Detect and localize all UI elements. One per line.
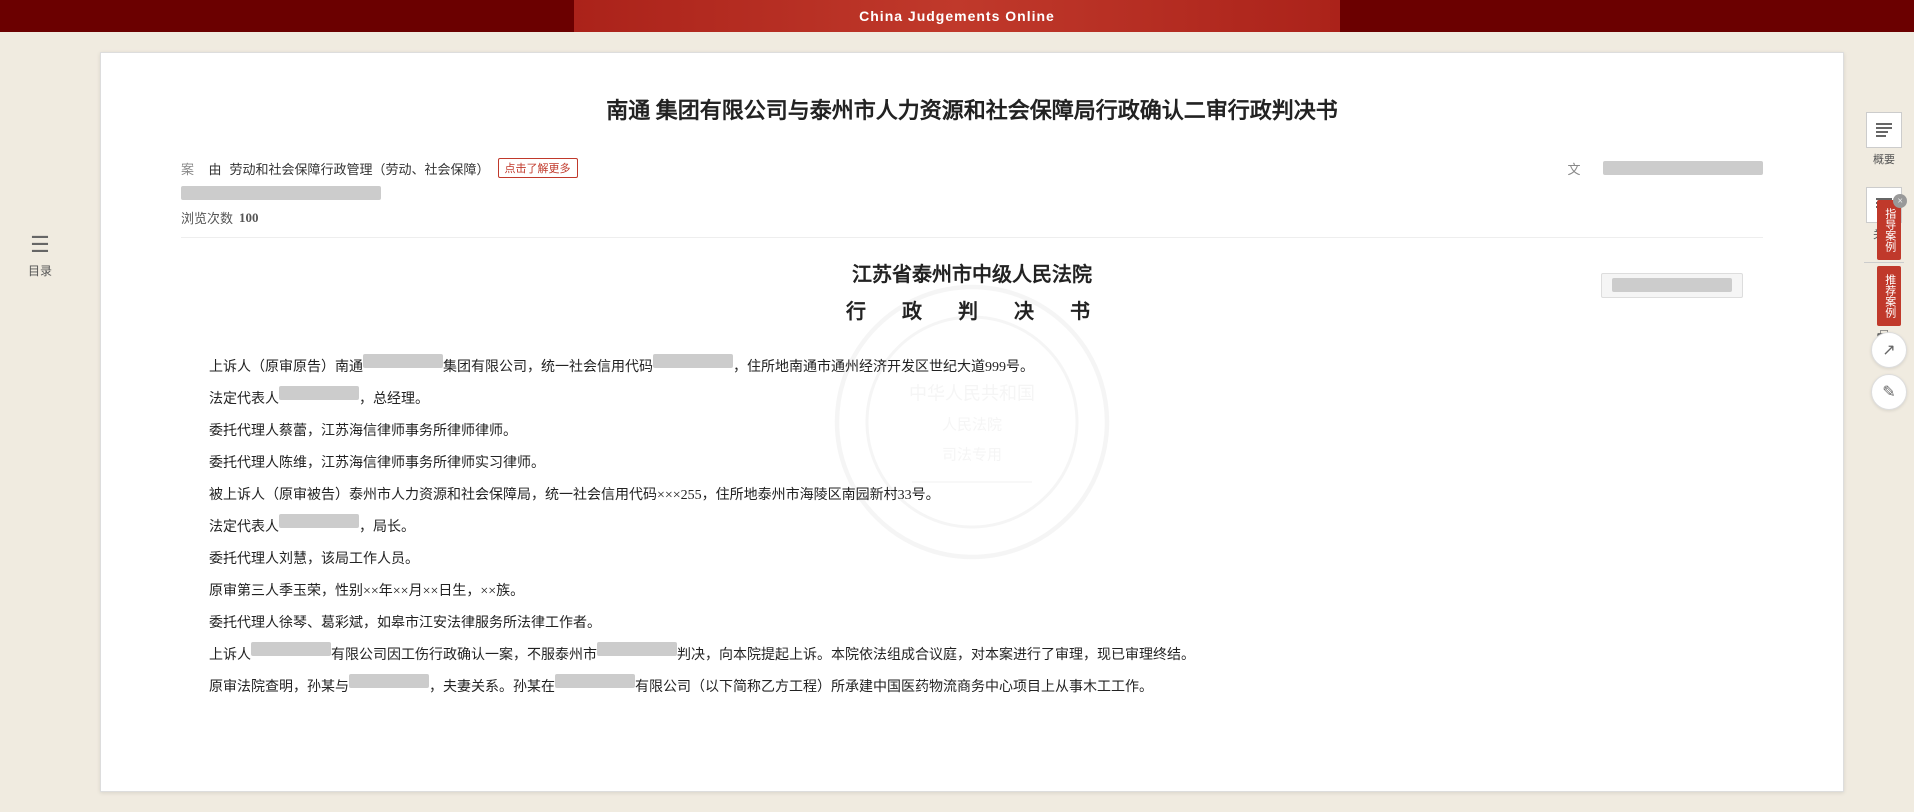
court-header: 江苏省泰州市中级人民法院 — [181, 258, 1763, 287]
extra-info-blurred — [181, 186, 381, 200]
recommend-label: 推荐案例 — [1884, 274, 1896, 318]
para-4: 委托代理人陈维，江苏海信律师事务所律师实习律师。 — [181, 450, 1763, 478]
toc-button[interactable]: ☰ 目录 — [28, 232, 52, 279]
right-sidebar: 概要 关联 ⬇ 🖶 — [1854, 32, 1914, 812]
content-wrapper: 南通 集团有限公司与泰州市人力资源和社会保障局行政确认二审行政判决书 案 由 劳… — [181, 93, 1763, 702]
blurred-court — [597, 642, 677, 656]
blurred-rep-1 — [279, 386, 359, 400]
number-label: 文 — [1567, 159, 1580, 178]
doc-top-right-label — [1601, 273, 1743, 298]
para-7: 委托代理人刘慧，该局工作人员。 — [181, 546, 1763, 574]
para-5: 被上诉人（原审被告）泰州市人力资源和社会保障局，统一社会信用代码×××255，住… — [181, 482, 1763, 510]
document-area: 中华人民共和国 人民法院 司法专用 南通 集团有限公司与泰州市人力资源和社会保障… — [100, 52, 1844, 792]
top-right-blurred — [1612, 278, 1732, 292]
summary-label: 概要 — [1873, 151, 1895, 167]
para-3: 委托代理人蔡蕾，江苏海信律师事务所律师律师。 — [181, 418, 1763, 446]
edit-button[interactable]: ✎ — [1871, 374, 1907, 410]
main-container: ☰ 目录 中华人民共和国 人民法院 司法专用 南通 集团有限公司与泰州市人力资源… — [0, 32, 1914, 812]
para-2: 法定代表人 ，总经理。 — [181, 386, 1763, 414]
para-1: 上诉人（原审原告）南通 集团有限公司，统一社会信用代码 ，住所地南通市通州经济开… — [181, 354, 1763, 382]
document-number-blurred — [1603, 161, 1763, 175]
case-type-value: 劳动和社会保障行政管理（劳动、社会保障） — [230, 159, 490, 178]
share-button[interactable]: ↗ — [1871, 332, 1907, 368]
para-9: 委托代理人徐琴、葛彩斌，如皋市江安法律服务所法律工作者。 — [181, 610, 1763, 638]
left-sidebar: ☰ 目录 — [0, 32, 80, 812]
recommend-cases-button[interactable]: 推荐案例 — [1877, 266, 1900, 326]
summary-button[interactable]: 概要 — [1866, 112, 1902, 167]
view-count-value: 100 — [239, 210, 259, 226]
court-subheader: 行 政 判 决 书 — [181, 295, 1763, 324]
meta-row-case: 案 由 劳动和社会保障行政管理（劳动、社会保障） 点击了解更多 文 — [181, 158, 1763, 178]
blurred-company-2 — [555, 674, 635, 688]
para-8: 原审第三人季玉荣，性别××年××月××日生，××族。 — [181, 578, 1763, 606]
blurred-code-1 — [653, 354, 733, 368]
para-6: 法定代表人 ，局长。 — [181, 514, 1763, 542]
guide-label: 指导案例 — [1884, 208, 1896, 252]
case-prefix: 由 — [202, 159, 222, 178]
header-bar: China Judgements Online — [0, 0, 1914, 32]
doc-title: 南通 集团有限公司与泰州市人力资源和社会保障局行政确认二审行政判决书 — [181, 93, 1763, 128]
view-count-label: 浏览次数 — [181, 208, 233, 227]
toc-label: 目录 — [28, 262, 52, 279]
toc-icon: ☰ — [30, 232, 50, 258]
view-count-row: 浏览次数 100 — [181, 208, 1763, 227]
blurred-rel — [349, 674, 429, 688]
meta-row-extra — [181, 186, 1763, 200]
share-icon: ↗ — [1882, 340, 1895, 360]
para-11: 原审法院查明，孙某与 ，夫妻关系。孙某在 有限公司（以下简称乙方工程）所承建中国… — [181, 674, 1763, 702]
summary-icon — [1866, 112, 1902, 148]
far-right-panel: × 指导案例 推荐案例 ↗ ✎ — [1864, 200, 1914, 410]
para-10: 上诉人 有限公司因工伤行政确认一案，不服泰州市 判决，向本院提起上诉。本院依法组… — [181, 642, 1763, 670]
close-guide-icon[interactable]: × — [1893, 194, 1907, 208]
case-label: 案 — [181, 159, 194, 178]
case-tag-button[interactable]: 点击了解更多 — [498, 158, 578, 178]
blurred-name-1 — [363, 354, 443, 368]
blurred-rep-2 — [279, 514, 359, 528]
edit-icon: ✎ — [1882, 382, 1895, 402]
guide-cases-button[interactable]: × 指导案例 — [1877, 200, 1900, 260]
divider — [181, 237, 1763, 238]
blurred-name-2 — [251, 642, 331, 656]
doc-body: 上诉人（原审原告）南通 集团有限公司，统一社会信用代码 ，住所地南通市通州经济开… — [181, 354, 1763, 702]
header-title: China Judgements Online — [859, 8, 1055, 24]
